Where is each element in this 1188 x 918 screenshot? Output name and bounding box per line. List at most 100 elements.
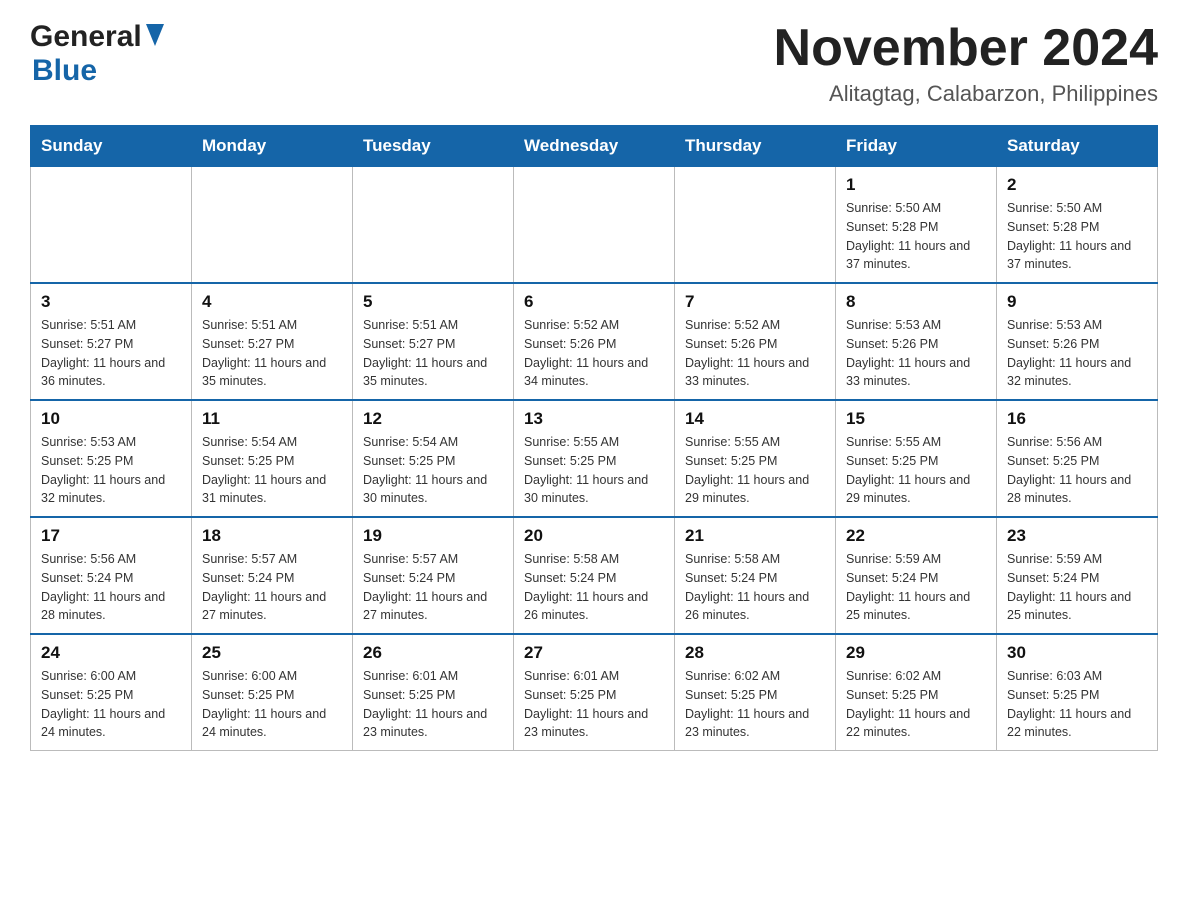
page-header: General Blue November 2024 Alitagtag, Ca… [30, 20, 1158, 107]
day-number: 30 [1007, 643, 1147, 663]
weekday-header-friday: Friday [836, 126, 997, 167]
day-cell-w2-d4: 6 Sunrise: 5:52 AMSunset: 5:26 PMDaylight… [514, 283, 675, 400]
day-cell-w5-d7: 30 Sunrise: 6:03 AMSunset: 5:25 PMDayligh… [997, 634, 1158, 751]
day-info: Sunrise: 6:01 AMSunset: 5:25 PMDaylight:… [363, 667, 503, 742]
weekday-header-sunday: Sunday [31, 126, 192, 167]
day-number: 27 [524, 643, 664, 663]
day-info: Sunrise: 6:02 AMSunset: 5:25 PMDaylight:… [685, 667, 825, 742]
day-cell-w3-d6: 15 Sunrise: 5:55 AMSunset: 5:25 PMDayligh… [836, 400, 997, 517]
day-info: Sunrise: 5:52 AMSunset: 5:26 PMDaylight:… [685, 316, 825, 391]
day-number: 15 [846, 409, 986, 429]
day-number: 26 [363, 643, 503, 663]
day-cell-w5-d6: 29Sunrise: 6:02 AMSunset: 5:25 PMDayligh… [836, 634, 997, 751]
day-cell-w2-d5: 7 Sunrise: 5:52 AMSunset: 5:26 PMDaylight… [675, 283, 836, 400]
day-number: 9 [1007, 292, 1147, 312]
day-number: 22 [846, 526, 986, 546]
day-info: Sunrise: 5:59 AMSunset: 5:24 PMDaylight:… [846, 550, 986, 625]
day-info: Sunrise: 5:51 AMSunset: 5:27 PMDaylight:… [41, 316, 181, 391]
weekday-header-tuesday: Tuesday [353, 126, 514, 167]
weekday-header-monday: Monday [192, 126, 353, 167]
week-row-1: 1 Sunrise: 5:50 AMSunset: 5:28 PMDaylight… [31, 167, 1158, 284]
day-number: 10 [41, 409, 181, 429]
day-info: Sunrise: 5:53 AMSunset: 5:26 PMDaylight:… [846, 316, 986, 391]
day-cell-w1-d4 [514, 167, 675, 284]
location-title: Alitagtag, Calabarzon, Philippines [774, 81, 1158, 107]
day-cell-w5-d3: 26 Sunrise: 6:01 AMSunset: 5:25 PMDayligh… [353, 634, 514, 751]
day-number: 29 [846, 643, 986, 663]
day-info: Sunrise: 5:52 AMSunset: 5:26 PMDaylight:… [524, 316, 664, 391]
day-number: 16 [1007, 409, 1147, 429]
day-info: Sunrise: 6:00 AMSunset: 5:25 PMDaylight:… [202, 667, 342, 742]
weekday-header-wednesday: Wednesday [514, 126, 675, 167]
day-number: 13 [524, 409, 664, 429]
day-cell-w2-d1: 3 Sunrise: 5:51 AMSunset: 5:27 PMDaylight… [31, 283, 192, 400]
day-number: 4 [202, 292, 342, 312]
day-number: 25 [202, 643, 342, 663]
day-number: 1 [846, 175, 986, 195]
day-info: Sunrise: 5:57 AMSunset: 5:24 PMDaylight:… [202, 550, 342, 625]
day-cell-w5-d1: 24 Sunrise: 6:00 AMSunset: 5:25 PMDayligh… [31, 634, 192, 751]
day-number: 23 [1007, 526, 1147, 546]
day-cell-w3-d7: 16 Sunrise: 5:56 AMSunset: 5:25 PMDayligh… [997, 400, 1158, 517]
day-cell-w2-d2: 4 Sunrise: 5:51 AMSunset: 5:27 PMDaylight… [192, 283, 353, 400]
day-cell-w1-d3 [353, 167, 514, 284]
day-number: 3 [41, 292, 181, 312]
day-info: Sunrise: 5:55 AMSunset: 5:25 PMDaylight:… [846, 433, 986, 508]
day-cell-w3-d3: 12Sunrise: 5:54 AMSunset: 5:25 PMDayligh… [353, 400, 514, 517]
day-cell-w1-d6: 1 Sunrise: 5:50 AMSunset: 5:28 PMDaylight… [836, 167, 997, 284]
day-info: Sunrise: 5:51 AMSunset: 5:27 PMDaylight:… [363, 316, 503, 391]
logo: General Blue [30, 20, 164, 88]
day-cell-w4-d7: 23 Sunrise: 5:59 AMSunset: 5:24 PMDayligh… [997, 517, 1158, 634]
day-number: 6 [524, 292, 664, 312]
weekday-header-row: SundayMondayTuesdayWednesdayThursdayFrid… [31, 126, 1158, 167]
day-number: 18 [202, 526, 342, 546]
day-cell-w1-d7: 2 Sunrise: 5:50 AMSunset: 5:28 PMDaylight… [997, 167, 1158, 284]
day-cell-w4-d6: 22 Sunrise: 5:59 AMSunset: 5:24 PMDayligh… [836, 517, 997, 634]
logo-blue-text: Blue [32, 54, 97, 88]
day-number: 5 [363, 292, 503, 312]
day-number: 8 [846, 292, 986, 312]
day-info: Sunrise: 6:00 AMSunset: 5:25 PMDaylight:… [41, 667, 181, 742]
day-info: Sunrise: 5:50 AMSunset: 5:28 PMDaylight:… [846, 199, 986, 274]
day-info: Sunrise: 5:51 AMSunset: 5:27 PMDaylight:… [202, 316, 342, 391]
day-cell-w4-d2: 18 Sunrise: 5:57 AMSunset: 5:24 PMDayligh… [192, 517, 353, 634]
day-info: Sunrise: 5:55 AMSunset: 5:25 PMDaylight:… [524, 433, 664, 508]
calendar-table: SundayMondayTuesdayWednesdayThursdayFrid… [30, 125, 1158, 751]
day-cell-w3-d4: 13 Sunrise: 5:55 AMSunset: 5:25 PMDayligh… [514, 400, 675, 517]
day-info: Sunrise: 5:53 AMSunset: 5:25 PMDaylight:… [41, 433, 181, 508]
day-cell-w1-d1 [31, 167, 192, 284]
day-info: Sunrise: 6:03 AMSunset: 5:25 PMDaylight:… [1007, 667, 1147, 742]
day-cell-w5-d4: 27 Sunrise: 6:01 AMSunset: 5:25 PMDayligh… [514, 634, 675, 751]
day-number: 19 [363, 526, 503, 546]
day-cell-w3-d5: 14Sunrise: 5:55 AMSunset: 5:25 PMDayligh… [675, 400, 836, 517]
day-number: 20 [524, 526, 664, 546]
day-number: 14 [685, 409, 825, 429]
day-cell-w4-d5: 21Sunrise: 5:58 AMSunset: 5:24 PMDayligh… [675, 517, 836, 634]
day-cell-w3-d2: 11Sunrise: 5:54 AMSunset: 5:25 PMDayligh… [192, 400, 353, 517]
title-block: November 2024 Alitagtag, Calabarzon, Phi… [774, 20, 1158, 107]
day-number: 24 [41, 643, 181, 663]
week-row-5: 24 Sunrise: 6:00 AMSunset: 5:25 PMDayligh… [31, 634, 1158, 751]
day-info: Sunrise: 5:59 AMSunset: 5:24 PMDaylight:… [1007, 550, 1147, 625]
day-info: Sunrise: 5:50 AMSunset: 5:28 PMDaylight:… [1007, 199, 1147, 274]
day-info: Sunrise: 5:56 AMSunset: 5:25 PMDaylight:… [1007, 433, 1147, 508]
day-info: Sunrise: 5:54 AMSunset: 5:25 PMDaylight:… [363, 433, 503, 508]
weekday-header-saturday: Saturday [997, 126, 1158, 167]
weekday-header-thursday: Thursday [675, 126, 836, 167]
day-cell-w1-d2 [192, 167, 353, 284]
week-row-2: 3 Sunrise: 5:51 AMSunset: 5:27 PMDaylight… [31, 283, 1158, 400]
day-cell-w2-d3: 5 Sunrise: 5:51 AMSunset: 5:27 PMDaylight… [353, 283, 514, 400]
day-number: 2 [1007, 175, 1147, 195]
week-row-3: 10 Sunrise: 5:53 AMSunset: 5:25 PMDayligh… [31, 400, 1158, 517]
day-cell-w1-d5 [675, 167, 836, 284]
month-title: November 2024 [774, 20, 1158, 77]
week-row-4: 17Sunrise: 5:56 AMSunset: 5:24 PMDayligh… [31, 517, 1158, 634]
day-number: 21 [685, 526, 825, 546]
day-cell-w3-d1: 10 Sunrise: 5:53 AMSunset: 5:25 PMDayligh… [31, 400, 192, 517]
day-info: Sunrise: 5:56 AMSunset: 5:24 PMDaylight:… [41, 550, 181, 625]
day-info: Sunrise: 6:01 AMSunset: 5:25 PMDaylight:… [524, 667, 664, 742]
day-cell-w5-d2: 25 Sunrise: 6:00 AMSunset: 5:25 PMDayligh… [192, 634, 353, 751]
logo-arrow-icon [146, 24, 164, 51]
day-number: 7 [685, 292, 825, 312]
day-cell-w4-d3: 19Sunrise: 5:57 AMSunset: 5:24 PMDayligh… [353, 517, 514, 634]
